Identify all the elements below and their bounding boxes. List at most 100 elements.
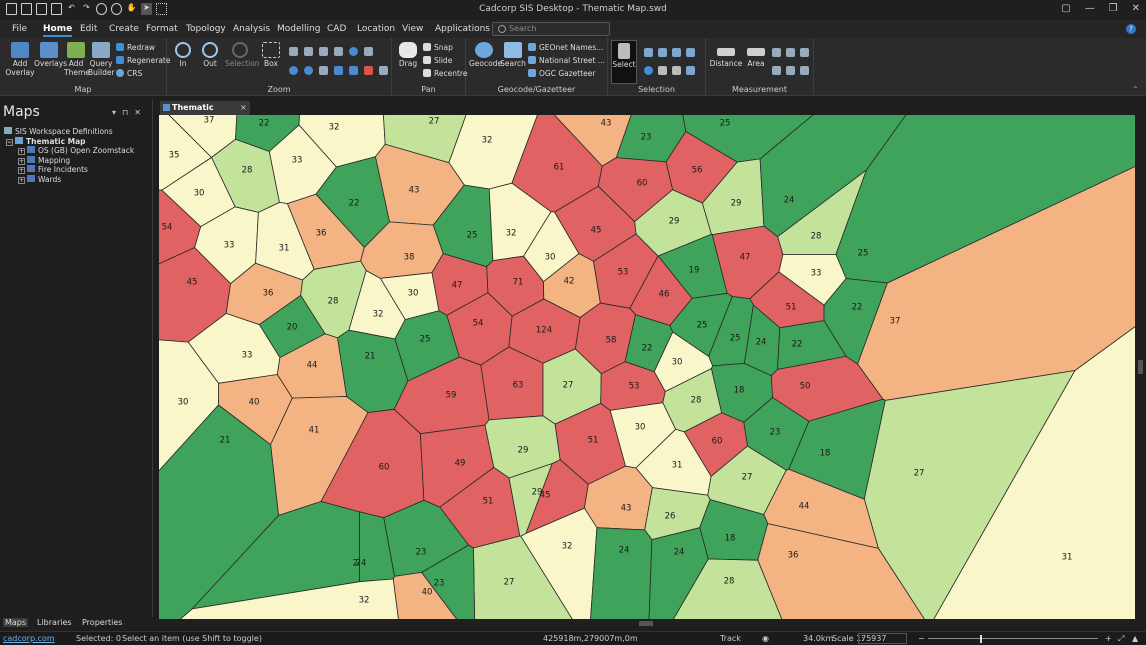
zoom-layer-icon[interactable] xyxy=(334,66,343,75)
zoom-slider-track[interactable] xyxy=(928,638,1098,639)
select-all-icon[interactable] xyxy=(644,48,653,57)
redraw-button[interactable]: Redraw xyxy=(116,43,155,53)
tab-maps[interactable]: Maps xyxy=(3,618,29,627)
tab-home[interactable]: Home xyxy=(43,24,73,37)
recentre-button[interactable]: Recentre xyxy=(423,69,467,79)
crs-button[interactable]: CRS xyxy=(116,69,142,79)
zoom-globe-icon[interactable] xyxy=(349,47,358,56)
tab-view[interactable]: View xyxy=(402,24,423,34)
horizontal-scroll-thumb[interactable] xyxy=(639,621,653,626)
add-overlay-button[interactable]: Add Overlay xyxy=(4,42,36,77)
zoom-slider-thumb[interactable] xyxy=(980,635,982,643)
expand-icon[interactable]: + xyxy=(18,148,25,155)
select-layer-icon[interactable] xyxy=(672,66,681,75)
drag-button[interactable]: Drag xyxy=(396,42,420,68)
vertical-scroll-thumb[interactable] xyxy=(1138,360,1143,374)
tab-create[interactable]: Create xyxy=(109,24,139,34)
close-tab-icon[interactable]: × xyxy=(240,101,247,115)
ward-polygon[interactable] xyxy=(590,527,653,619)
zoom-window-icon[interactable] xyxy=(334,47,343,56)
map-view[interactable]: 37 22 32 27 32 43 23 25 35 28 33 30 43 61 60 56 22 29 29 24… xyxy=(159,115,1135,619)
ogc-gazetteer-button[interactable]: OGC Gazetteer xyxy=(528,69,596,79)
search-input[interactable]: Search xyxy=(492,22,610,36)
tree-item-thematic-map[interactable]: − Thematic Map xyxy=(6,137,86,146)
tab-location[interactable]: Location xyxy=(357,24,395,34)
tab-cad[interactable]: CAD xyxy=(327,24,346,34)
tree-item-workspace[interactable]: SIS Workspace Definitions xyxy=(4,127,113,136)
regenerate-button[interactable]: Regenerate xyxy=(116,56,170,66)
tab-format[interactable]: Format xyxy=(146,24,178,34)
vertical-scrollbar[interactable] xyxy=(1135,115,1146,619)
select-box-icon[interactable] xyxy=(658,48,667,57)
area-button[interactable]: Area xyxy=(744,42,768,68)
zoom-bookmark-icon[interactable] xyxy=(349,66,358,75)
minimize-button[interactable]: — xyxy=(1085,3,1095,14)
overlays-button[interactable]: Overlays xyxy=(34,42,67,68)
national-street-button[interactable]: National Street ... xyxy=(528,56,605,66)
zoom-forward-icon[interactable] xyxy=(304,66,313,75)
zoom-scale-icon[interactable] xyxy=(319,47,328,56)
tab-properties[interactable]: Properties xyxy=(82,618,122,627)
tab-analysis[interactable]: Analysis xyxy=(233,24,270,34)
query-builder-button[interactable]: Query Builder xyxy=(88,42,115,77)
select-info-icon[interactable] xyxy=(644,66,653,75)
tab-topology[interactable]: Topology xyxy=(186,24,226,34)
thematic-map[interactable]: 37 22 32 27 32 43 23 25 35 28 33 30 43 61 60 56 22 29 29 24… xyxy=(159,115,1135,619)
geocode-button[interactable]: Geocode xyxy=(469,42,502,68)
zoom-minus-icon[interactable]: − xyxy=(918,634,925,643)
measure-perimeter-icon[interactable] xyxy=(772,66,781,75)
measure-bearing-icon[interactable] xyxy=(786,48,795,57)
tab-modelling[interactable]: Modelling xyxy=(277,24,320,34)
select-polygon-icon[interactable] xyxy=(672,48,681,57)
select-button[interactable]: Select xyxy=(611,40,637,84)
tab-edit[interactable]: Edit xyxy=(80,24,97,34)
panel-controls[interactable]: ▾⊓✕ xyxy=(112,108,147,117)
expand-icon[interactable]: + xyxy=(18,177,25,184)
measure-angle-icon[interactable] xyxy=(772,48,781,57)
zoom-print-icon[interactable] xyxy=(364,47,373,56)
select-filter-icon[interactable] xyxy=(658,66,667,75)
zoom-location-icon[interactable] xyxy=(379,66,388,75)
tree-item-mapping[interactable]: + Mapping xyxy=(18,156,70,165)
track-toggle[interactable]: Track xyxy=(720,634,741,643)
wards-layer[interactable]: 37 22 32 27 32 43 23 25 35 28 33 30 43 61 60 56 22 29 29 24… xyxy=(159,115,1135,619)
zoom-box-button[interactable]: Box xyxy=(259,42,283,68)
zoom-selection-button[interactable]: Selection xyxy=(225,42,260,68)
zoom-out-button[interactable]: Out xyxy=(198,42,222,68)
select-invert-icon[interactable] xyxy=(686,66,695,75)
scale-input[interactable]: 75937 xyxy=(858,633,908,644)
zoom-previous-icon[interactable] xyxy=(289,47,298,56)
notification-icon[interactable]: ▲ xyxy=(1132,634,1138,643)
select-grid-icon[interactable] xyxy=(686,48,695,57)
gazetteer-search-button[interactable]: Search xyxy=(500,42,526,68)
zoom-extent-icon[interactable] xyxy=(304,47,313,56)
distance-button[interactable]: Distance xyxy=(709,42,743,68)
measure-clear-icon[interactable] xyxy=(800,66,809,75)
slide-button[interactable]: Slide xyxy=(423,56,452,66)
restore-panes-button[interactable]: ▢ xyxy=(1061,3,1070,14)
expand-icon[interactable]: ⤢ xyxy=(1118,634,1124,644)
document-tab[interactable]: Thematic Map.swd xyxy=(160,101,250,126)
maximize-button[interactable]: ❐ xyxy=(1109,3,1118,14)
tree-item-zoomstack[interactable]: + OS (GB) Open Zoomstack xyxy=(18,146,134,155)
tab-file[interactable]: File xyxy=(12,24,27,34)
collapse-ribbon-icon[interactable]: ⌃ xyxy=(1132,85,1139,94)
expand-icon[interactable]: + xyxy=(18,158,25,165)
expand-icon[interactable]: + xyxy=(18,167,25,174)
measure-height-icon[interactable] xyxy=(800,48,809,57)
close-button[interactable]: ✕ xyxy=(1132,3,1140,14)
cadcorp-link[interactable]: cadcorp.com xyxy=(3,634,55,643)
tree-item-fire-incidents[interactable]: + Fire Incidents xyxy=(18,165,88,174)
snap-button[interactable]: Snap xyxy=(423,43,453,53)
home-view-icon[interactable] xyxy=(319,66,328,75)
zoom-in-button[interactable]: In xyxy=(171,42,195,68)
tree-item-wards[interactable]: + Wards xyxy=(18,175,61,184)
zoom-pin-icon[interactable] xyxy=(364,66,373,75)
collapse-icon[interactable]: − xyxy=(6,139,13,146)
add-theme-button[interactable]: Add Theme xyxy=(64,42,90,77)
measure-radius-icon[interactable] xyxy=(786,66,795,75)
zoom-back-icon[interactable] xyxy=(289,66,298,75)
help-button[interactable]: ? xyxy=(1126,24,1136,34)
tab-libraries[interactable]: Libraries xyxy=(37,618,72,627)
globe-icon[interactable]: ◉ xyxy=(762,634,769,643)
